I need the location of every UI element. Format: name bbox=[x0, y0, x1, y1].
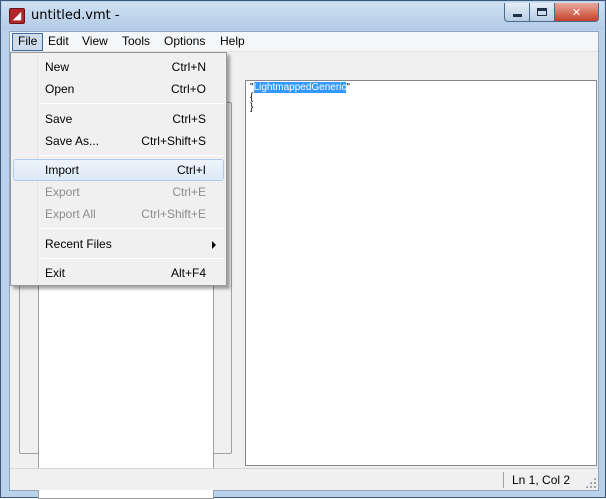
menu-item-label: Save bbox=[45, 112, 73, 126]
menu-item-label: Exit bbox=[45, 266, 66, 280]
menu-file[interactable]: File bbox=[12, 33, 44, 51]
menu-item-label: Open bbox=[45, 82, 75, 96]
title-bar[interactable]: ◢ untitled.vmt - ✕ bbox=[2, 2, 604, 30]
menu-options[interactable]: Options bbox=[159, 33, 210, 51]
menu-item-label: Export bbox=[45, 185, 80, 199]
menu-item-recent-files[interactable]: Recent Files bbox=[13, 233, 224, 255]
close-button[interactable]: ✕ bbox=[555, 3, 599, 22]
editor-line-1: "LightmappedGeneric" bbox=[250, 82, 592, 93]
menu-item-open[interactable]: Open Ctrl+O bbox=[13, 78, 224, 100]
menu-separator bbox=[41, 155, 224, 156]
editor-line-3: } bbox=[250, 102, 254, 113]
menu-item-label: Import bbox=[45, 163, 80, 177]
menu-edit[interactable]: Edit bbox=[43, 33, 74, 51]
maximize-icon bbox=[537, 8, 547, 16]
menu-item-export-all: Export All Ctrl+Shift+E bbox=[13, 203, 224, 225]
menu-item-exit[interactable]: Exit Alt+F4 bbox=[13, 262, 224, 284]
menu-separator bbox=[41, 258, 224, 259]
menu-item-shortcut: Ctrl+N bbox=[171, 60, 206, 74]
menu-item-shortcut: Ctrl+S bbox=[172, 112, 206, 126]
menu-separator bbox=[41, 228, 224, 229]
menu-item-shortcut: Ctrl+E bbox=[172, 185, 206, 199]
menu-item-import[interactable]: Import Ctrl+I bbox=[13, 159, 224, 181]
status-bar: Ln 1, Col 2 bbox=[10, 468, 598, 490]
app-window: ◢ untitled.vmt - ✕ File Edit View Tools … bbox=[0, 0, 606, 499]
minimize-icon bbox=[512, 13, 522, 17]
menu-item-shortcut: Ctrl+O bbox=[170, 82, 206, 96]
maximize-button[interactable] bbox=[530, 3, 555, 22]
submenu-arrow-icon bbox=[212, 241, 216, 249]
editor-quote: " bbox=[346, 82, 350, 93]
menu-item-label: Export All bbox=[45, 207, 96, 221]
selected-text: LightmappedGeneric bbox=[253, 82, 347, 93]
menu-item-label: New bbox=[45, 60, 70, 74]
window-title: untitled.vmt - bbox=[31, 8, 120, 23]
menu-view[interactable]: View bbox=[77, 33, 113, 51]
menu-item-shortcut: Ctrl+Shift+E bbox=[141, 207, 206, 221]
menu-item-label: Recent Files bbox=[45, 237, 112, 251]
menu-help[interactable]: Help bbox=[215, 33, 250, 51]
editor-line-2: { bbox=[250, 92, 254, 103]
menu-item-shortcut: Alt+F4 bbox=[170, 266, 206, 280]
resize-grip-icon[interactable] bbox=[585, 477, 596, 488]
menu-tools[interactable]: Tools bbox=[117, 33, 155, 51]
menu-bar: File Edit View Tools Options Help bbox=[10, 32, 598, 52]
cursor-position: Ln 1, Col 2 bbox=[512, 473, 571, 487]
status-divider bbox=[503, 472, 504, 488]
minimize-button[interactable] bbox=[504, 3, 530, 22]
menu-item-shortcut: Ctrl+Shift+S bbox=[141, 134, 206, 148]
menu-item-shortcut: Ctrl+I bbox=[176, 163, 206, 177]
app-icon[interactable]: ◢ bbox=[9, 8, 25, 24]
menu-item-save-as[interactable]: Save As... Ctrl+Shift+S bbox=[13, 130, 224, 152]
text-editor[interactable]: "LightmappedGeneric" { } bbox=[245, 80, 597, 466]
menu-item-label: Save As... bbox=[45, 134, 100, 148]
close-icon: ✕ bbox=[571, 5, 582, 19]
menu-separator bbox=[41, 103, 224, 104]
menu-item-export: Export Ctrl+E bbox=[13, 181, 224, 203]
window-controls: ✕ bbox=[504, 3, 599, 22]
menu-item-save[interactable]: Save Ctrl+S bbox=[13, 108, 224, 130]
menu-item-new[interactable]: New Ctrl+N bbox=[13, 56, 224, 78]
file-menu-dropdown: New Ctrl+N Open Ctrl+O Save Ctrl+S Save … bbox=[10, 52, 227, 286]
